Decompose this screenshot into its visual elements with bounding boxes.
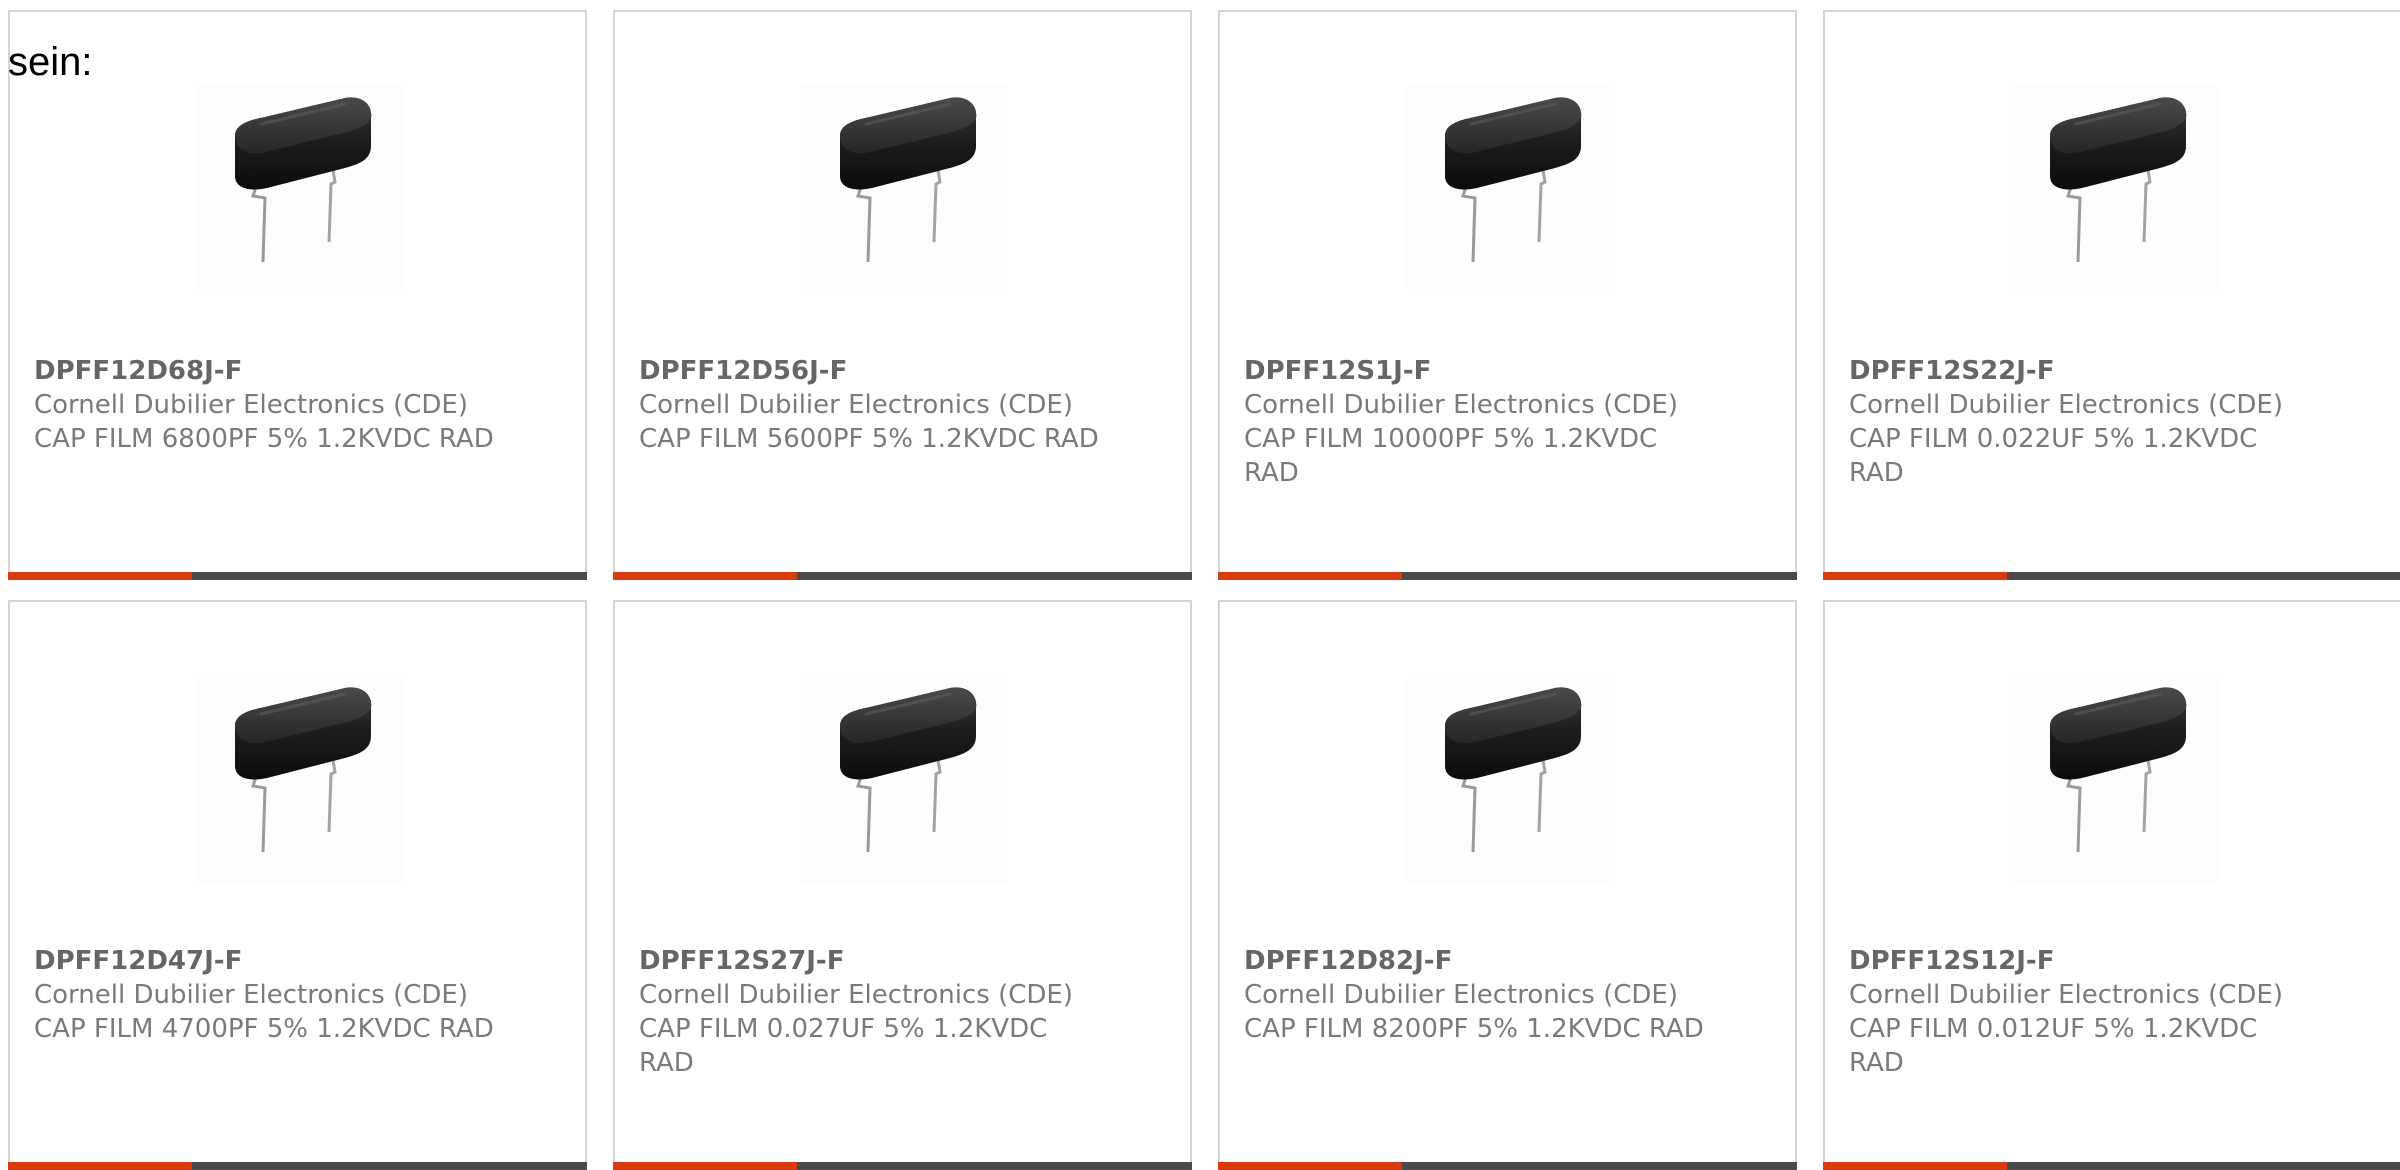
film-capacitor-photo [2010, 674, 2220, 884]
card-accent-segment [1823, 572, 2007, 580]
intro-text: sein: [8, 40, 93, 84]
product-info: DPFF12D47J-F Cornell Dubilier Electronic… [34, 944, 504, 1046]
description: CAP FILM 6800PF 5% 1.2KVDC RAD [34, 424, 494, 454]
product-info: DPFF12S22J-F Cornell Dubilier Electronic… [1849, 354, 2319, 490]
card-accent-segment [613, 572, 797, 580]
product-card[interactable]: DPFF12D68J-F Cornell Dubilier Electronic… [8, 10, 587, 580]
product-card[interactable]: DPFF12D82J-F Cornell Dubilier Electronic… [1218, 600, 1797, 1170]
film-capacitor-photo [800, 674, 1010, 884]
card-accent-bar [1218, 572, 1797, 580]
part-number-link[interactable]: DPFF12D47J-F [34, 944, 504, 978]
manufacturer: Cornell Dubilier Electronics (CDE) [34, 390, 468, 420]
card-accent-segment [1218, 1162, 1402, 1170]
description: CAP FILM 0.012UF 5% 1.2KVDC RAD [1849, 1014, 2258, 1078]
product-card[interactable]: DPFF12D47J-F Cornell Dubilier Electronic… [8, 600, 587, 1170]
manufacturer: Cornell Dubilier Electronics (CDE) [34, 980, 468, 1010]
description: CAP FILM 10000PF 5% 1.2KVDC RAD [1244, 424, 1658, 488]
part-number-link[interactable]: DPFF12S12J-F [1849, 944, 2319, 978]
card-accent-bar [613, 572, 1192, 580]
card-accent-bar [1823, 572, 2400, 580]
card-accent-segment [613, 1162, 797, 1170]
manufacturer: Cornell Dubilier Electronics (CDE) [1244, 980, 1678, 1010]
product-card[interactable]: DPFF12D56J-F Cornell Dubilier Electronic… [613, 10, 1192, 580]
product-info: DPFF12D56J-F Cornell Dubilier Electronic… [639, 354, 1109, 456]
description: CAP FILM 8200PF 5% 1.2KVDC RAD [1244, 1014, 1704, 1044]
product-card[interactable]: DPFF12S1J-F Cornell Dubilier Electronics… [1218, 10, 1797, 580]
manufacturer: Cornell Dubilier Electronics (CDE) [639, 980, 1073, 1010]
product-card[interactable]: DPFF12S12J-F Cornell Dubilier Electronic… [1823, 600, 2400, 1170]
manufacturer: Cornell Dubilier Electronics (CDE) [639, 390, 1073, 420]
film-capacitor-photo [800, 84, 1010, 294]
product-info: DPFF12D68J-F Cornell Dubilier Electronic… [34, 354, 504, 456]
description: CAP FILM 5600PF 5% 1.2KVDC RAD [639, 424, 1099, 454]
description: CAP FILM 0.022UF 5% 1.2KVDC RAD [1849, 424, 2258, 488]
film-capacitor-photo [195, 674, 405, 884]
card-accent-segment [1823, 1162, 2007, 1170]
film-capacitor-photo [1405, 84, 1615, 294]
card-accent-bar [1823, 1162, 2400, 1170]
film-capacitor-photo [195, 84, 405, 294]
manufacturer: Cornell Dubilier Electronics (CDE) [1849, 390, 2283, 420]
part-number-link[interactable]: DPFF12D82J-F [1244, 944, 1714, 978]
card-accent-bar [8, 572, 587, 580]
product-info: DPFF12D82J-F Cornell Dubilier Electronic… [1244, 944, 1714, 1046]
card-accent-bar [613, 1162, 1192, 1170]
card-accent-bar [8, 1162, 587, 1170]
product-info: DPFF12S12J-F Cornell Dubilier Electronic… [1849, 944, 2319, 1080]
card-accent-segment [8, 1162, 192, 1170]
card-accent-segment [8, 572, 192, 580]
product-card[interactable]: DPFF12S27J-F Cornell Dubilier Electronic… [613, 600, 1192, 1170]
part-number-link[interactable]: DPFF12S1J-F [1244, 354, 1714, 388]
part-number-link[interactable]: DPFF12S22J-F [1849, 354, 2319, 388]
part-number-link[interactable]: DPFF12D68J-F [34, 354, 504, 388]
film-capacitor-photo [2010, 84, 2220, 294]
manufacturer: Cornell Dubilier Electronics (CDE) [1244, 390, 1678, 420]
film-capacitor-photo [1405, 674, 1615, 884]
product-info: DPFF12S1J-F Cornell Dubilier Electronics… [1244, 354, 1714, 490]
card-accent-segment [1218, 572, 1402, 580]
description: CAP FILM 0.027UF 5% 1.2KVDC RAD [639, 1014, 1048, 1078]
product-info: DPFF12S27J-F Cornell Dubilier Electronic… [639, 944, 1109, 1080]
part-number-link[interactable]: DPFF12S27J-F [639, 944, 1109, 978]
card-accent-bar [1218, 1162, 1797, 1170]
description: CAP FILM 4700PF 5% 1.2KVDC RAD [34, 1014, 494, 1044]
product-card[interactable]: DPFF12S22J-F Cornell Dubilier Electronic… [1823, 10, 2400, 580]
part-number-link[interactable]: DPFF12D56J-F [639, 354, 1109, 388]
manufacturer: Cornell Dubilier Electronics (CDE) [1849, 980, 2283, 1010]
product-grid: DPFF12D68J-F Cornell Dubilier Electronic… [8, 10, 2400, 1170]
